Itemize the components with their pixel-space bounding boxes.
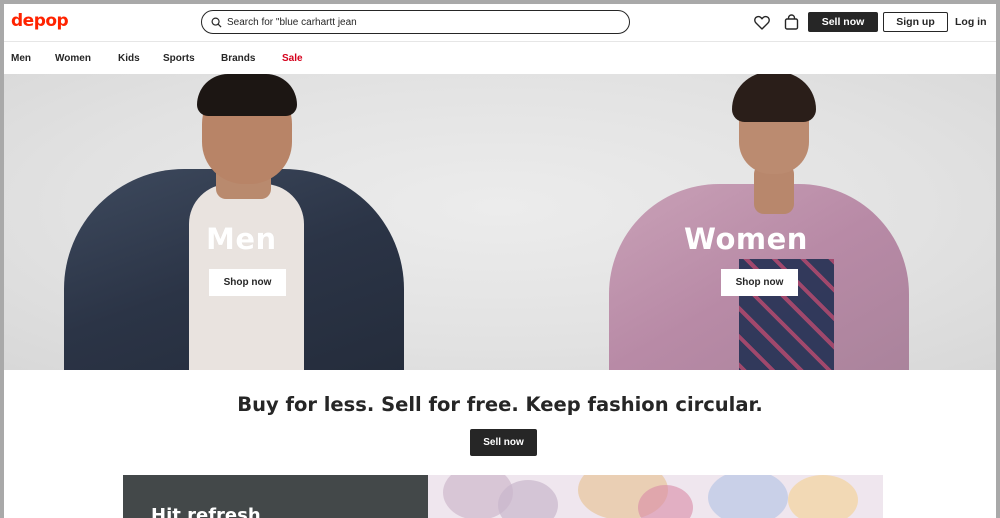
search-icon	[211, 17, 222, 28]
nav-item-women[interactable]: Women	[55, 53, 91, 64]
nav-item-sale[interactable]: Sale	[282, 53, 303, 64]
heart-icon[interactable]	[753, 13, 771, 31]
nav-item-men[interactable]: Men	[11, 53, 31, 64]
log-in-link[interactable]: Log in	[955, 16, 987, 28]
sign-up-button[interactable]: Sign up	[883, 12, 948, 32]
promo-title: Hit refresh	[151, 505, 261, 518]
top-header: depop Sell now Sign up Log in	[4, 4, 996, 42]
browser-viewport: depop Sell now Sign up Log in Men Women …	[4, 4, 996, 518]
search-bar[interactable]	[201, 10, 630, 34]
sell-now-cta-button[interactable]: Sell now	[470, 429, 537, 456]
search-input[interactable]	[227, 16, 607, 28]
women-model-hair	[732, 74, 816, 122]
women-hero-title: Women	[684, 222, 808, 256]
nav-item-brands[interactable]: Brands	[221, 53, 255, 64]
depop-logo[interactable]: depop	[11, 11, 69, 31]
tagline-heading: Buy for less. Sell for free. Keep fashio…	[237, 393, 763, 416]
shop-men-button[interactable]: Shop now	[209, 269, 286, 296]
promo-illustration	[428, 475, 883, 518]
bag-icon[interactable]	[782, 13, 800, 31]
men-model-hair	[197, 74, 297, 116]
category-nav: Men Women Kids Sports Brands Sale	[4, 42, 996, 74]
promo-card[interactable]: Hit refresh	[123, 475, 428, 518]
shop-women-button[interactable]: Shop now	[721, 269, 798, 296]
nav-item-kids[interactable]: Kids	[118, 53, 140, 64]
men-hero-title: Men	[206, 222, 277, 256]
hero-banner: Men Women Shop now Shop now	[4, 74, 996, 370]
nav-item-sports[interactable]: Sports	[163, 53, 195, 64]
sell-now-button[interactable]: Sell now	[808, 12, 878, 32]
